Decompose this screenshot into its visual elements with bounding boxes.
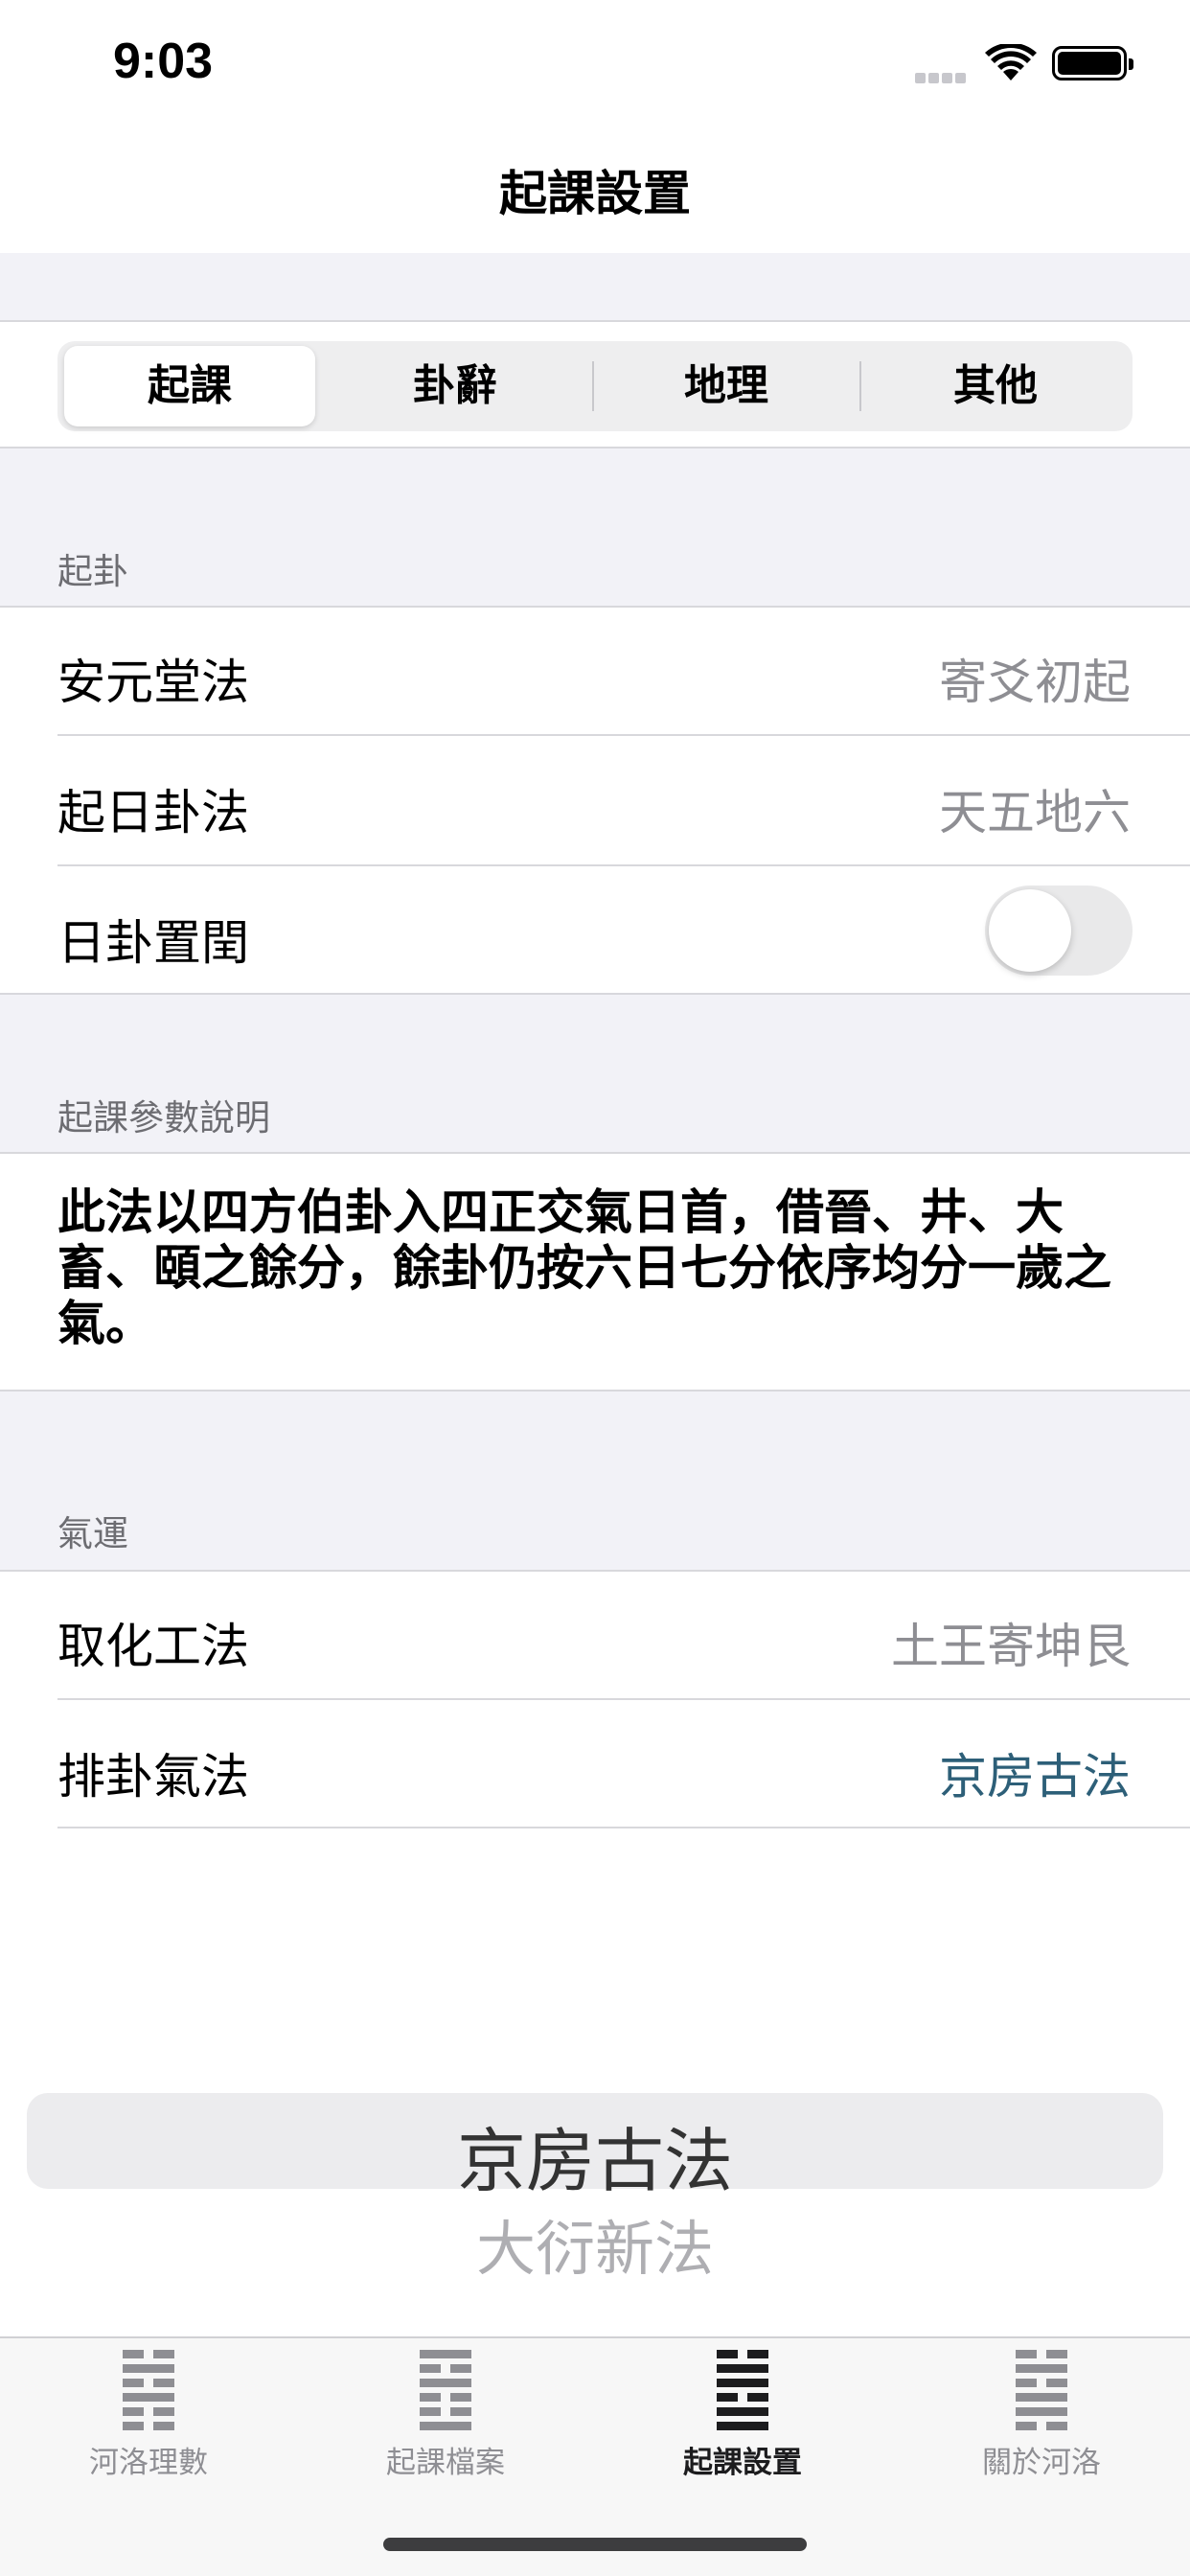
hexagram-icon: [717, 2348, 768, 2430]
section-header-params: 起課參數說明: [57, 1097, 270, 1138]
section-header-qiyun: 氣運: [57, 1513, 128, 1554]
picker-option-selected[interactable]: 京房古法: [0, 2104, 1190, 2205]
wifi-icon: [985, 44, 1037, 80]
riguazhirun-toggle[interactable]: [985, 886, 1133, 976]
row-separator: [57, 864, 1190, 866]
tab-label: 起課設置: [683, 2446, 802, 2480]
row-label-riguazhirun: 日卦置閏: [57, 915, 249, 971]
hexagram-icon: [420, 2348, 471, 2430]
row-label-paiguaqi[interactable]: 排卦氣法: [57, 1738, 249, 1807]
parameter-description: 此法以四方伯卦入四正交氣日首，借晉、井、大畜、頤之餘分，餘卦仍按六日七分依序均分…: [57, 1184, 1111, 1351]
hexagram-icon: [1016, 2348, 1067, 2430]
home-indicator[interactable]: [383, 2538, 807, 2551]
tab-label: 關於河洛: [982, 2446, 1101, 2480]
row-value-qirigua[interactable]: 天五地六: [939, 774, 1131, 843]
tab-label: 起課檔案: [386, 2446, 505, 2480]
battery-icon: [1052, 46, 1133, 80]
row-label-anyuantang[interactable]: 安元堂法: [57, 644, 249, 713]
row-value-anyuantang[interactable]: 寄爻初起: [939, 644, 1131, 713]
row-separator: [57, 1827, 1190, 1828]
row-label-quhuagong[interactable]: 取化工法: [57, 1608, 249, 1677]
picker-option[interactable]: 大衍新法: [0, 2200, 1190, 2287]
status-time: 9:03: [113, 34, 214, 89]
row-value-paiguaqi[interactable]: 京房古法: [939, 1738, 1131, 1807]
section-header-qigua: 起卦: [57, 551, 128, 592]
segment-qita[interactable]: 其他: [861, 357, 1130, 415]
page-title: 起課設置: [499, 166, 691, 221]
tab-guanyu-heluo[interactable]: 關於河洛: [936, 2348, 1147, 2481]
row-separator: [57, 734, 1190, 736]
row-separator: [57, 1698, 1190, 1700]
tab-qike-shezhi[interactable]: 起課設置: [637, 2348, 848, 2481]
hexagram-icon: [123, 2348, 174, 2430]
toggle-knob: [989, 889, 1071, 972]
segment-qike[interactable]: 起課: [64, 357, 315, 415]
row-label-qirigua[interactable]: 起日卦法: [57, 774, 249, 843]
tab-heluo-lishu[interactable]: 河洛理數: [43, 2348, 254, 2481]
cellular-signal-icon: [915, 69, 969, 83]
tab-qike-dangan[interactable]: 起課檔案: [340, 2348, 551, 2481]
segment-guaci[interactable]: 卦辭: [325, 357, 585, 415]
tab-label: 河洛理數: [89, 2446, 208, 2480]
row-value-quhuagong[interactable]: 土王寄坤艮: [891, 1608, 1131, 1677]
segment-dili[interactable]: 地理: [593, 357, 859, 415]
